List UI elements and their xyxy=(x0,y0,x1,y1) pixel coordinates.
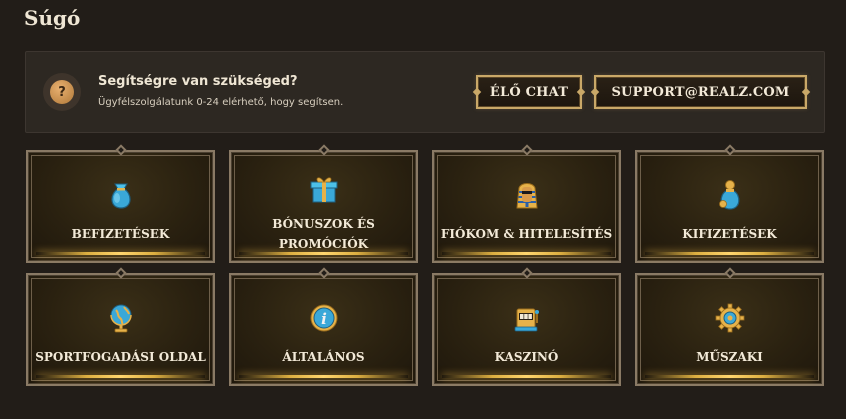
category-card-bonuses[interactable]: BÓNUSZOK ÉS PROMÓCIÓK xyxy=(229,144,418,263)
money-bag-icon xyxy=(110,183,131,209)
card-notch xyxy=(723,267,736,279)
category-label: MŰSZAKI xyxy=(696,350,763,364)
help-subtext: Ügyfélszolgálatunk 0-24 elérhető, hogy s… xyxy=(98,97,344,108)
card-glow xyxy=(442,252,611,255)
info-icon: i xyxy=(310,304,337,332)
page-title: Súgó xyxy=(24,6,81,30)
card-glow xyxy=(36,375,205,378)
pharaoh-icon xyxy=(515,183,538,209)
help-panel: ? Segítségre van szükséged? Ügyfélszolgá… xyxy=(25,51,825,133)
svg-text:i: i xyxy=(321,310,327,328)
category-label: BEFIZETÉSEK xyxy=(71,227,170,241)
category-label: KASZINÓ xyxy=(494,350,559,364)
card-notch xyxy=(520,144,533,156)
card-notch xyxy=(520,267,533,279)
support-email-button[interactable]: SUPPORT@REALZ.COM xyxy=(594,75,807,109)
live-chat-button[interactable]: ÉLŐ CHAT xyxy=(476,75,582,109)
help-heading: Segítségre van szükséged? xyxy=(98,74,298,89)
card-glow xyxy=(645,252,814,255)
category-label: ÁLTALÁNOS xyxy=(282,350,365,364)
slot-machine-icon xyxy=(514,308,539,332)
category-label: FIÓKOM & HITELESÍTÉS xyxy=(440,227,613,241)
globe-icon xyxy=(109,304,132,333)
category-card-withdrawals[interactable]: KIFIZETÉSEK xyxy=(635,144,824,263)
card-glow xyxy=(645,375,814,378)
card-notch xyxy=(317,144,330,156)
card-glow xyxy=(36,252,205,255)
card-notch xyxy=(723,144,736,156)
gift-box-icon xyxy=(310,177,337,203)
category-card-general[interactable]: i ÁLTALÁNOS xyxy=(229,267,418,386)
card-glow xyxy=(239,252,408,255)
card-glow xyxy=(442,375,611,378)
card-notch xyxy=(114,267,127,279)
question-icon-glyph: ? xyxy=(50,80,74,104)
coin-bag-icon xyxy=(718,180,739,210)
gear-icon xyxy=(715,303,744,333)
category-label: SPORTFOGADÁSI OLDAL xyxy=(35,350,206,364)
category-card-sportsbook[interactable]: SPORTFOGADÁSI OLDAL xyxy=(26,267,215,386)
category-label: KIFIZETÉSEK xyxy=(682,227,777,241)
card-notch xyxy=(114,144,127,156)
category-card-account[interactable]: FIÓKOM & HITELESÍTÉS xyxy=(432,144,621,263)
category-card-casino[interactable]: KASZINÓ xyxy=(432,267,621,386)
category-label: BÓNUSZOK ÉS PROMÓCIÓK xyxy=(272,217,375,251)
category-card-deposits[interactable]: BEFIZETÉSEK xyxy=(26,144,215,263)
card-notch xyxy=(317,267,330,279)
category-card-technical[interactable]: MŰSZAKI xyxy=(635,267,824,386)
question-icon: ? xyxy=(43,73,81,111)
card-glow xyxy=(239,375,408,378)
